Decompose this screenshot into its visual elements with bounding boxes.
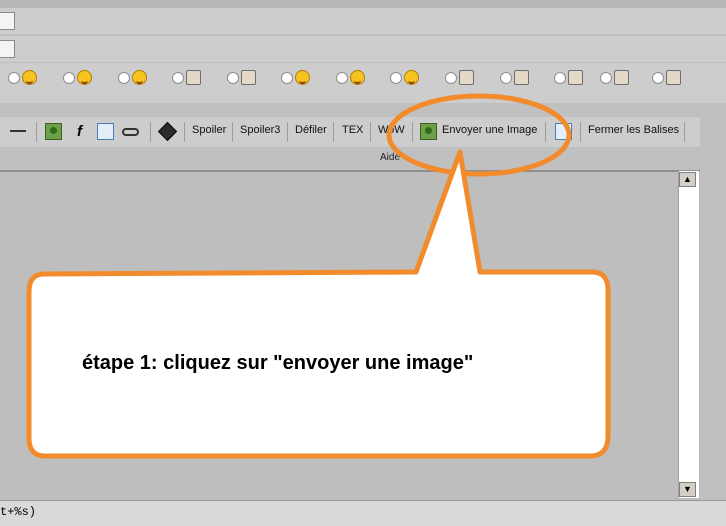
highlight-ellipse (386, 93, 572, 177)
annotation-overlay (26, 93, 611, 459)
callout-bubble (26, 149, 611, 459)
annotation-text: étape 1: cliquez sur "envoyer une image" (82, 352, 474, 374)
